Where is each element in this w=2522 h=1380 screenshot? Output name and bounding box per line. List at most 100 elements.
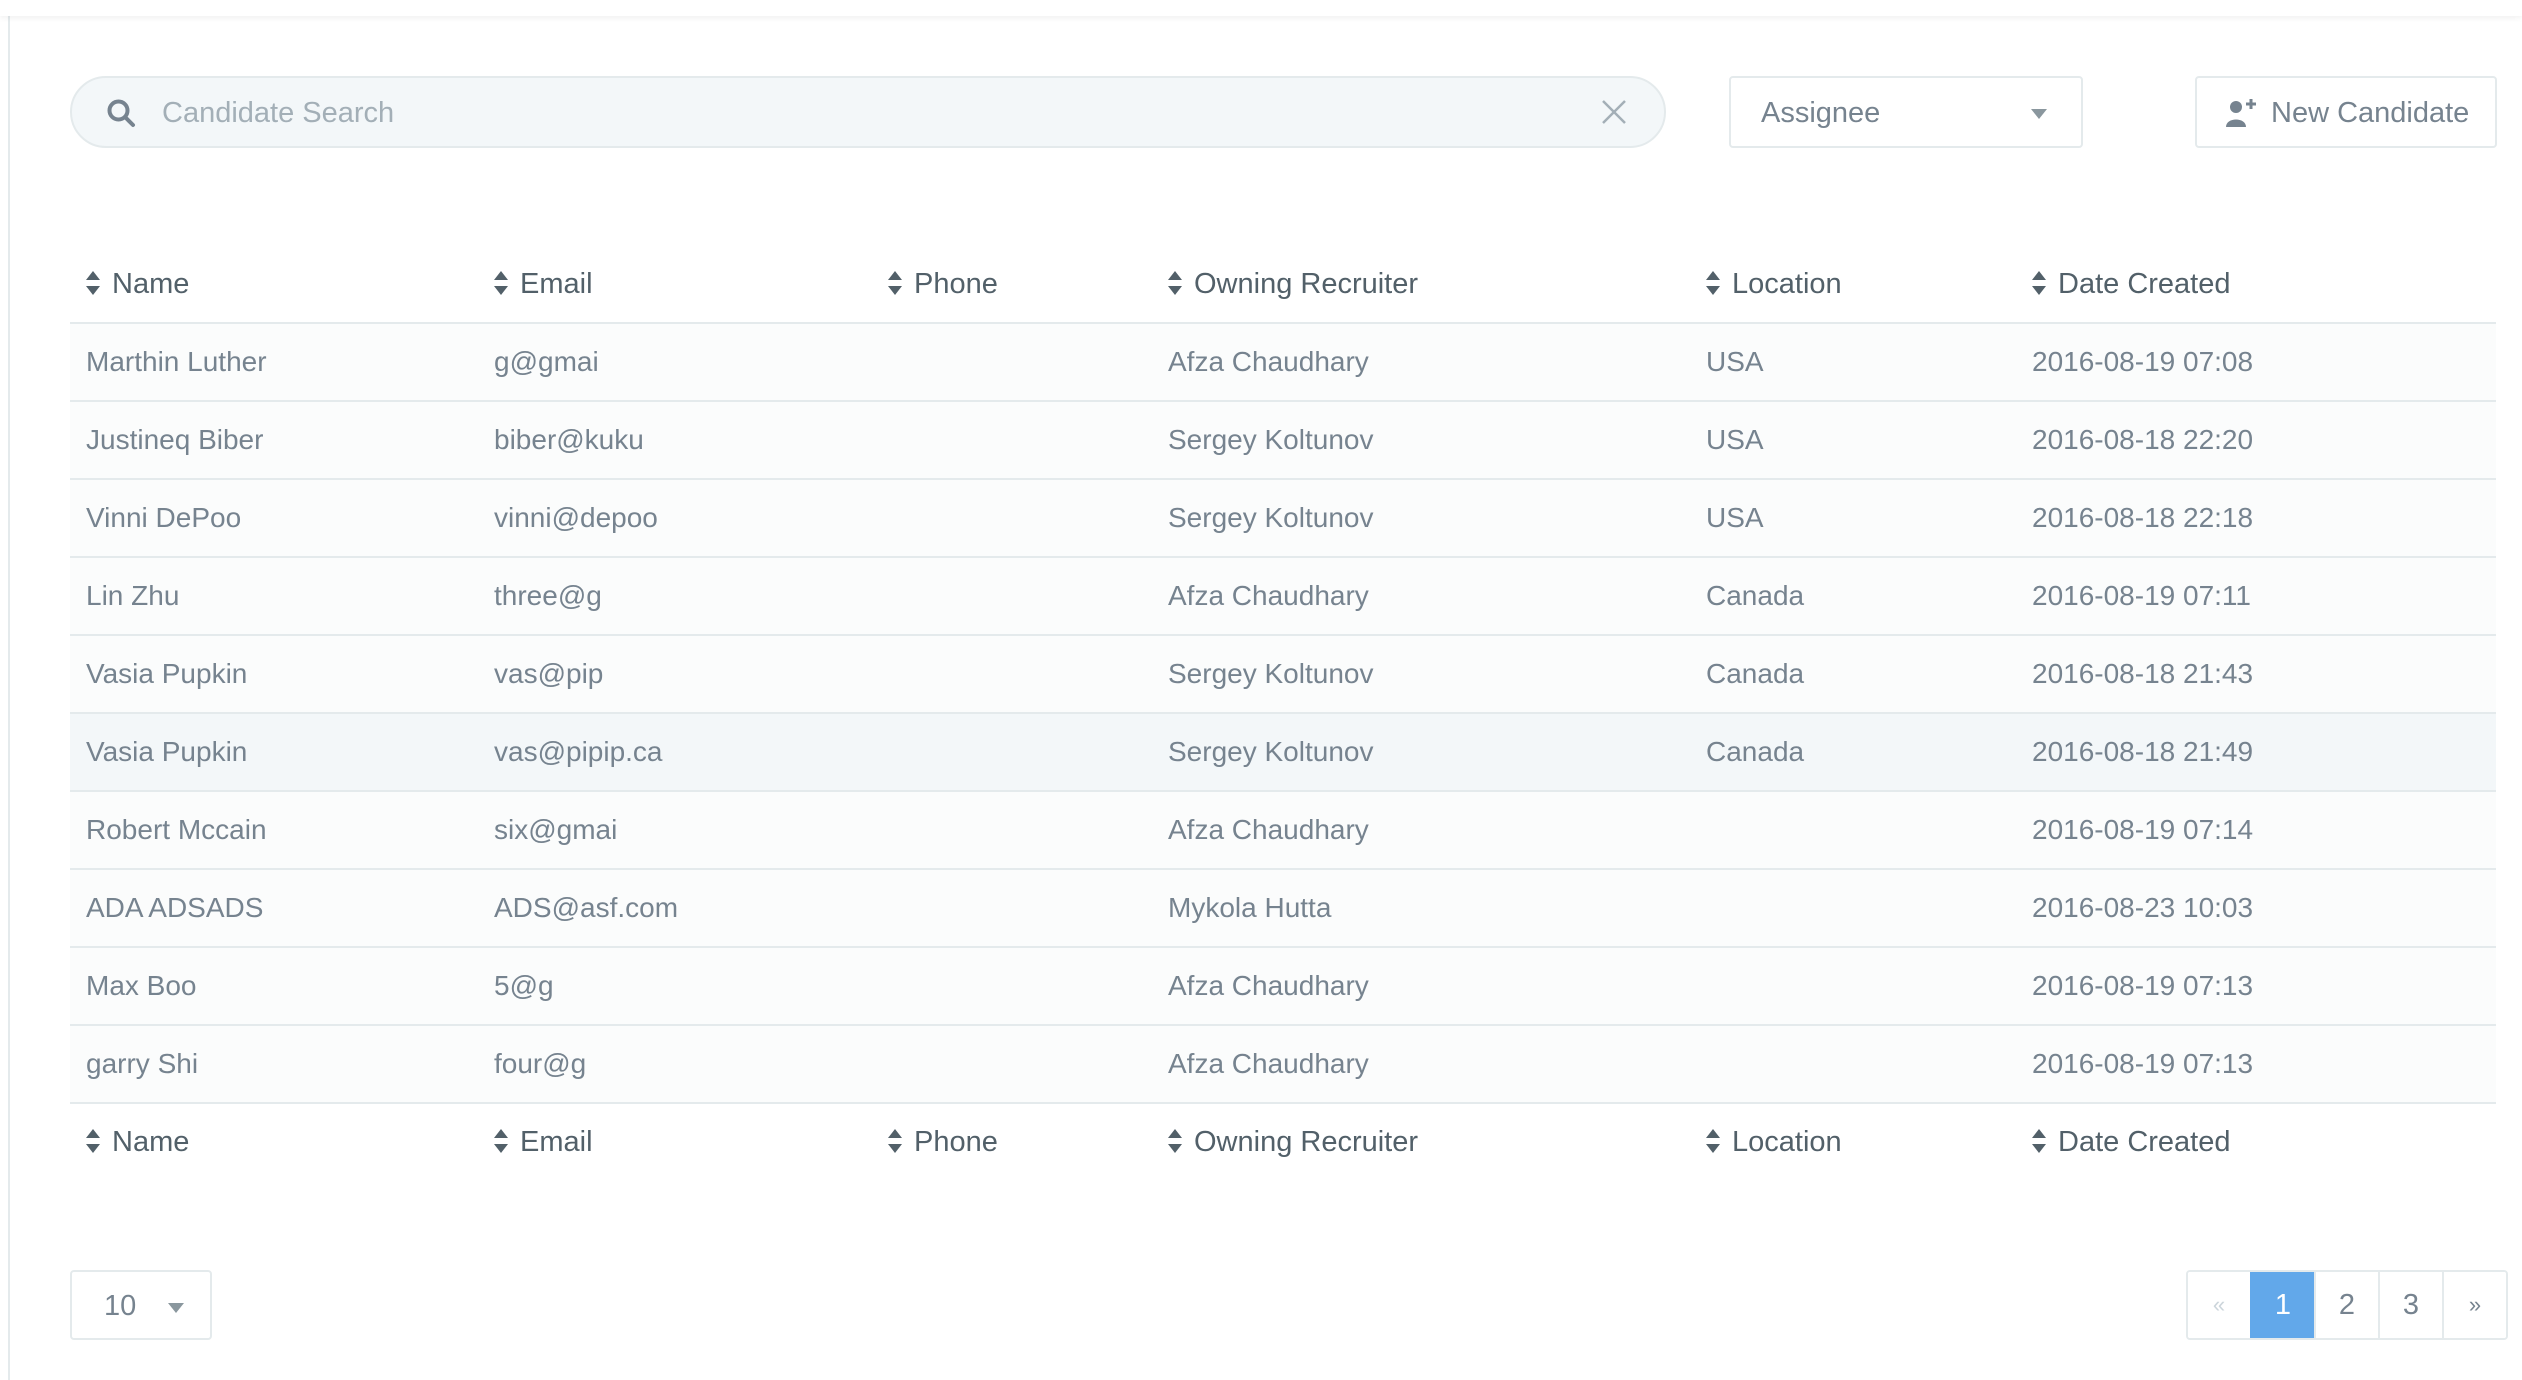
column-header-owning-recruiter[interactable]: Owning Recruiter [1168,246,1418,322]
cell-email: biber@kuku [494,424,644,455]
cell-email: vas@pipip.ca [494,736,663,767]
table-header-row: Name Email Phone Owning Recruiter Locati… [70,246,2496,324]
table-row[interactable]: Vasia Pupkin vas@pipip.ca Sergey Koltunov C… [70,714,2496,792]
cell-email: six@gmai [494,814,618,845]
cell-date-created: 2016-08-19 07:13 [2032,1048,2254,1079]
sort-icon [1706,1129,1720,1154]
cell-email: three@g [494,580,602,611]
column-header-label: Email [520,268,593,300]
page-size-value: 10 [104,1290,137,1322]
table-row[interactable]: Justineq Biber biber@kuku Sergey Koltunov U… [70,402,2496,480]
page-size-select[interactable]: 10 [70,1270,212,1340]
cell-name: garry Shi [86,1048,199,1079]
column-footer-phone[interactable]: Phone [888,1104,998,1180]
cell-owning-recruiter: Afza Chaudhary [1168,970,1369,1001]
cell-date-created: 2016-08-23 10:03 [2032,892,2254,923]
table-row[interactable]: ADA ADSADS ADS@asf.com Mykola Hutta 2016-08… [70,870,2496,948]
cell-date-created: 2016-08-19 07:11 [2032,580,2251,611]
column-header-phone[interactable]: Phone [888,246,998,322]
cell-location: USA [1706,346,1764,377]
cell-date-created: 2016-08-19 07:14 [2032,814,2254,845]
column-header-location[interactable]: Location [1706,246,1842,322]
column-header-date-created[interactable]: Date Created [2032,246,2231,322]
cell-owning-recruiter: Sergey Koltunov [1168,736,1374,767]
cell-owning-recruiter: Sergey Koltunov [1168,502,1374,533]
assignee-select[interactable]: Assignee [1729,76,2083,148]
user-plus-icon [2226,99,2256,127]
column-footer-owning-recruiter[interactable]: Owning Recruiter [1168,1104,1418,1180]
table-footer-row: Name Email Phone Owning Recruiter Locati… [70,1104,2496,1182]
pagination-page-3[interactable]: 3 [2378,1272,2442,1338]
assignee-select-label: Assignee [1761,97,1881,129]
cell-date-created: 2016-08-18 22:20 [2032,424,2254,455]
column-header-label: Owning Recruiter [1194,268,1419,300]
cell-name: Vasia Pupkin [86,736,248,767]
cell-email: vinni@depoo [494,502,658,533]
chevron-down-icon [2031,109,2047,119]
new-candidate-button[interactable]: New Candidate [2195,76,2497,148]
new-candidate-label: New Candidate [2271,97,2470,129]
sort-icon [2032,271,2046,296]
table-row[interactable]: Lin Zhu three@g Afza Chaudhary Canada 2016-0… [70,558,2496,636]
column-footer-email[interactable]: Email [494,1104,593,1180]
candidate-search-box[interactable] [70,76,1666,148]
column-footer-label: Date Created [2058,1126,2231,1158]
pagination-prev[interactable]: « [2188,1272,2250,1338]
column-footer-label: Owning Recruiter [1194,1126,1419,1158]
search-icon [107,99,135,127]
pagination-next[interactable]: » [2442,1272,2506,1338]
cell-owning-recruiter: Afza Chaudhary [1168,1048,1369,1079]
cell-email: vas@pip [494,658,604,689]
column-footer-location[interactable]: Location [1706,1104,1842,1180]
cell-email: four@g [494,1048,587,1079]
column-header-label: Name [112,268,190,300]
cell-owning-recruiter: Afza Chaudhary [1168,580,1369,611]
column-header-name[interactable]: Name [86,246,189,322]
cell-date-created: 2016-08-18 21:43 [2032,658,2254,689]
column-footer-label: Phone [914,1126,998,1158]
cell-owning-recruiter: Afza Chaudhary [1168,346,1369,377]
clear-search-icon[interactable] [1600,98,1628,126]
cell-location: USA [1706,424,1764,455]
candidate-search-input[interactable] [160,78,1544,148]
column-footer-name[interactable]: Name [86,1104,189,1180]
table-body: Marthin Luther g@gmai Afza Chaudhary USA 201… [70,324,2496,1104]
cell-name: Vasia Pupkin [86,658,248,689]
cell-date-created: 2016-08-18 22:18 [2032,502,2254,533]
chevron-down-icon [168,1303,184,1313]
column-footer-date-created[interactable]: Date Created [2032,1104,2231,1180]
cell-name: Max Boo [86,970,197,1001]
sort-icon [494,271,508,296]
cell-owning-recruiter: Sergey Koltunov [1168,658,1374,689]
cell-location: USA [1706,502,1764,533]
table-row[interactable]: Vasia Pupkin vas@pip Sergey Koltunov Canada… [70,636,2496,714]
cell-date-created: 2016-08-18 21:49 [2032,736,2254,767]
cell-date-created: 2016-08-19 07:13 [2032,970,2254,1001]
cell-name: Vinni DePoo [86,502,242,533]
cell-date-created: 2016-08-19 07:08 [2032,346,2254,377]
sort-icon [1706,271,1720,296]
table-row[interactable]: Vinni DePoo vinni@depoo Sergey Koltunov USA… [70,480,2496,558]
pagination-page-1[interactable]: 1 [2250,1272,2314,1338]
column-header-label: Location [1732,268,1842,300]
column-footer-label: Location [1732,1126,1842,1158]
table-row[interactable]: Max Boo 5@g Afza Chaudhary 2016-08-19 07:13 [70,948,2496,1026]
sort-icon [888,1129,902,1154]
cell-location: Canada [1706,736,1805,767]
sort-icon [86,1129,100,1154]
table-row[interactable]: Marthin Luther g@gmai Afza Chaudhary USA 201… [70,324,2496,402]
pagination-page-2[interactable]: 2 [2314,1272,2378,1338]
cell-name: Lin Zhu [86,580,180,611]
cell-email: ADS@asf.com [494,892,679,923]
cell-name: Marthin Luther [86,346,267,377]
table-row[interactable]: garry Shi four@g Afza Chaudhary 2016-08-19 … [70,1026,2496,1104]
cell-owning-recruiter: Mykola Hutta [1168,892,1332,923]
table-row[interactable]: Robert Mccain six@gmai Afza Chaudhary 2016-… [70,792,2496,870]
cell-name: Justineq Biber [86,424,264,455]
column-header-email[interactable]: Email [494,246,593,322]
cell-email: 5@g [494,970,554,1001]
sort-icon [1168,271,1182,296]
cell-name: ADA ADSADS [86,892,264,923]
sort-icon [494,1129,508,1154]
top-bar [0,0,2522,16]
